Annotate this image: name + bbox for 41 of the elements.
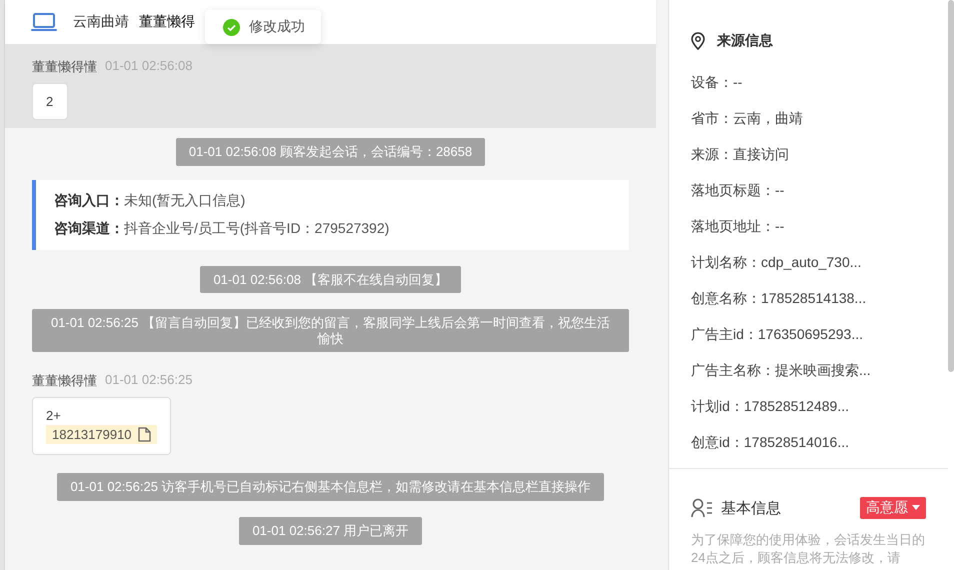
location-pin-icon: [691, 32, 705, 50]
sender-name: 董董懒得懂: [32, 58, 97, 76]
user-list-icon: [691, 498, 713, 518]
source-field: 创意id：178528514016...: [691, 424, 948, 460]
info-label: 咨询入口：: [54, 192, 124, 208]
message-time: 01-01 02:56:08: [105, 58, 192, 75]
caret-icon: [912, 505, 920, 511]
toast-text: 修改成功: [249, 18, 305, 36]
section-title: 来源信息: [717, 32, 773, 50]
visitor-location: 云南曲靖: [73, 13, 129, 31]
source-field: 设备：--: [691, 64, 948, 100]
system-message: 01-01 02:56:27 用户已离开: [239, 516, 422, 545]
source-field: 省市：云南，曲靖: [691, 100, 948, 136]
source-field: 落地页标题：--: [691, 172, 948, 208]
notice-text: 为了保障您的使用体验，会话发生当日的24点之后，顾客信息将无法修改，请: [691, 531, 926, 567]
source-field: 计划名称：cdp_auto_730...: [691, 244, 948, 280]
laptop-icon: [31, 12, 57, 32]
check-icon: [223, 18, 240, 36]
message-text: 2+: [46, 408, 61, 424]
phone-number-tag: 18213179910: [46, 425, 157, 444]
info-value: 抖音企业号/员工号(抖音号ID：279527392): [124, 220, 390, 236]
copy-icon[interactable]: [138, 427, 151, 442]
system-message: 01-01 02:56:25 访客手机号已自动标记右侧基本信息栏，如需修改请在基本信息栏直接操作: [57, 473, 604, 501]
info-value: 未知(暂无入口信息): [124, 192, 246, 208]
system-message: 01-01 02:56:08 顾客发起会话，会话编号：28658: [176, 138, 486, 166]
info-label: 咨询渠道：: [54, 220, 124, 236]
message-time: 01-01 02:56:25: [105, 372, 192, 390]
system-message: 01-01 02:56:25 【留言自动回复】已经收到您的留言，客服同学上线后会第一时间查看，祝您生活愉快: [32, 309, 629, 352]
source-field: 落地页地址：--: [691, 208, 948, 244]
scrollbar-thumb[interactable]: [948, 0, 954, 372]
source-field: 计划id：178528512489...: [691, 388, 948, 424]
source-field: 创意名称：178528514138...: [691, 280, 948, 316]
source-field: 广告主id：176350695293...: [691, 316, 948, 352]
intent-dropdown[interactable]: 高意愿: [860, 497, 926, 519]
visitor-name: 董董懒得: [139, 13, 195, 31]
source-field: 广告主名称：提米映画搜索...: [691, 352, 948, 388]
section-title: 基本信息: [721, 498, 782, 518]
source-field: 来源：直接访问: [691, 136, 948, 172]
system-message: 01-01 02:56:08 【客服不在线自动回复】: [200, 266, 461, 294]
sender-name: 董董懒得懂: [32, 372, 97, 390]
message-text: 2: [46, 94, 54, 109]
